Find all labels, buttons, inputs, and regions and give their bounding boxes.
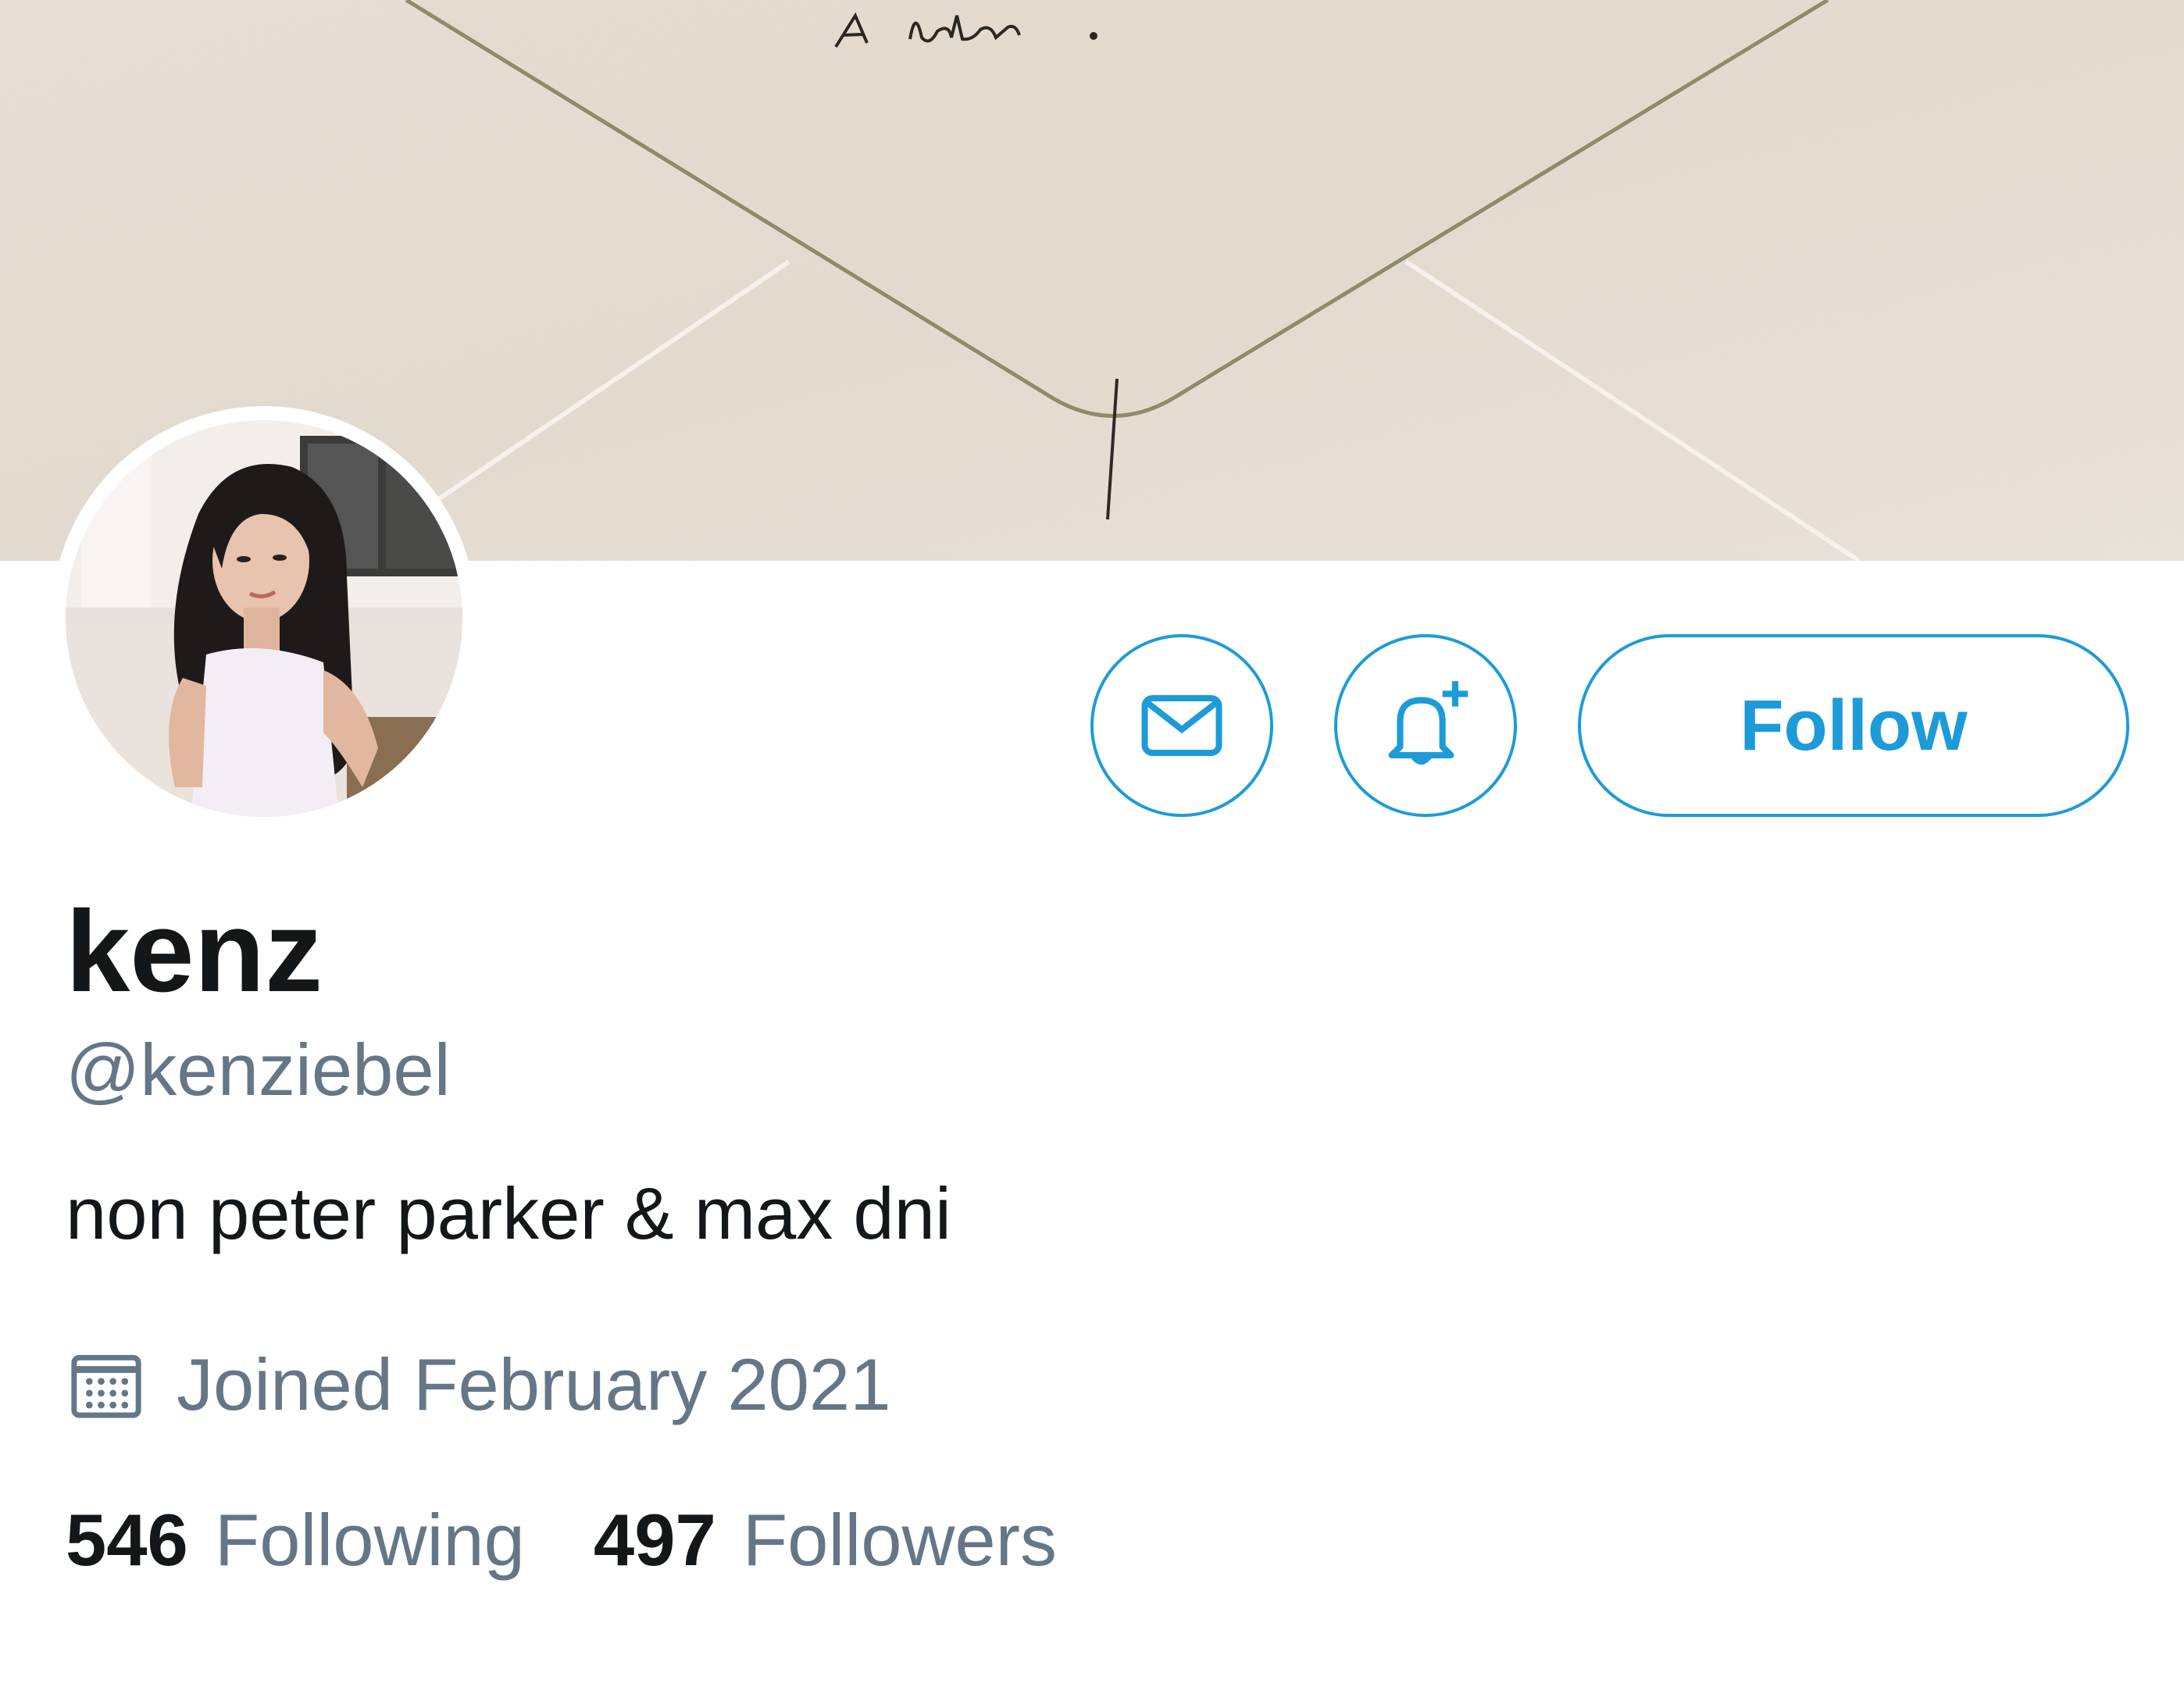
- profile-bio: non peter parker & max dni: [66, 1172, 951, 1254]
- user-handle: @kenziebel: [66, 1029, 451, 1111]
- followers-label: Followers: [742, 1499, 1057, 1581]
- following-label: Following: [214, 1499, 525, 1581]
- bell-plus-icon: [1388, 681, 1468, 765]
- followers-link[interactable]: 497 Followers: [593, 1499, 1057, 1581]
- profile-avatar[interactable]: [52, 406, 476, 831]
- follow-button[interactable]: Follow: [1578, 634, 2129, 817]
- calendar-icon: [71, 1354, 141, 1418]
- following-count: 546: [66, 1499, 188, 1581]
- avatar-photo: [66, 420, 462, 817]
- profile-stats: 546 Following 497 Followers: [66, 1499, 1126, 1581]
- joined-date: Joined February 2021: [66, 1342, 890, 1428]
- joined-text: Joined February 2021: [177, 1343, 891, 1425]
- envelope-icon: [1141, 695, 1222, 756]
- following-link[interactable]: 546 Following: [66, 1499, 525, 1581]
- message-button[interactable]: [1090, 634, 1273, 817]
- display-name: kenz: [66, 887, 323, 1016]
- notifications-button[interactable]: [1334, 634, 1517, 817]
- followers-count: 497: [593, 1499, 716, 1581]
